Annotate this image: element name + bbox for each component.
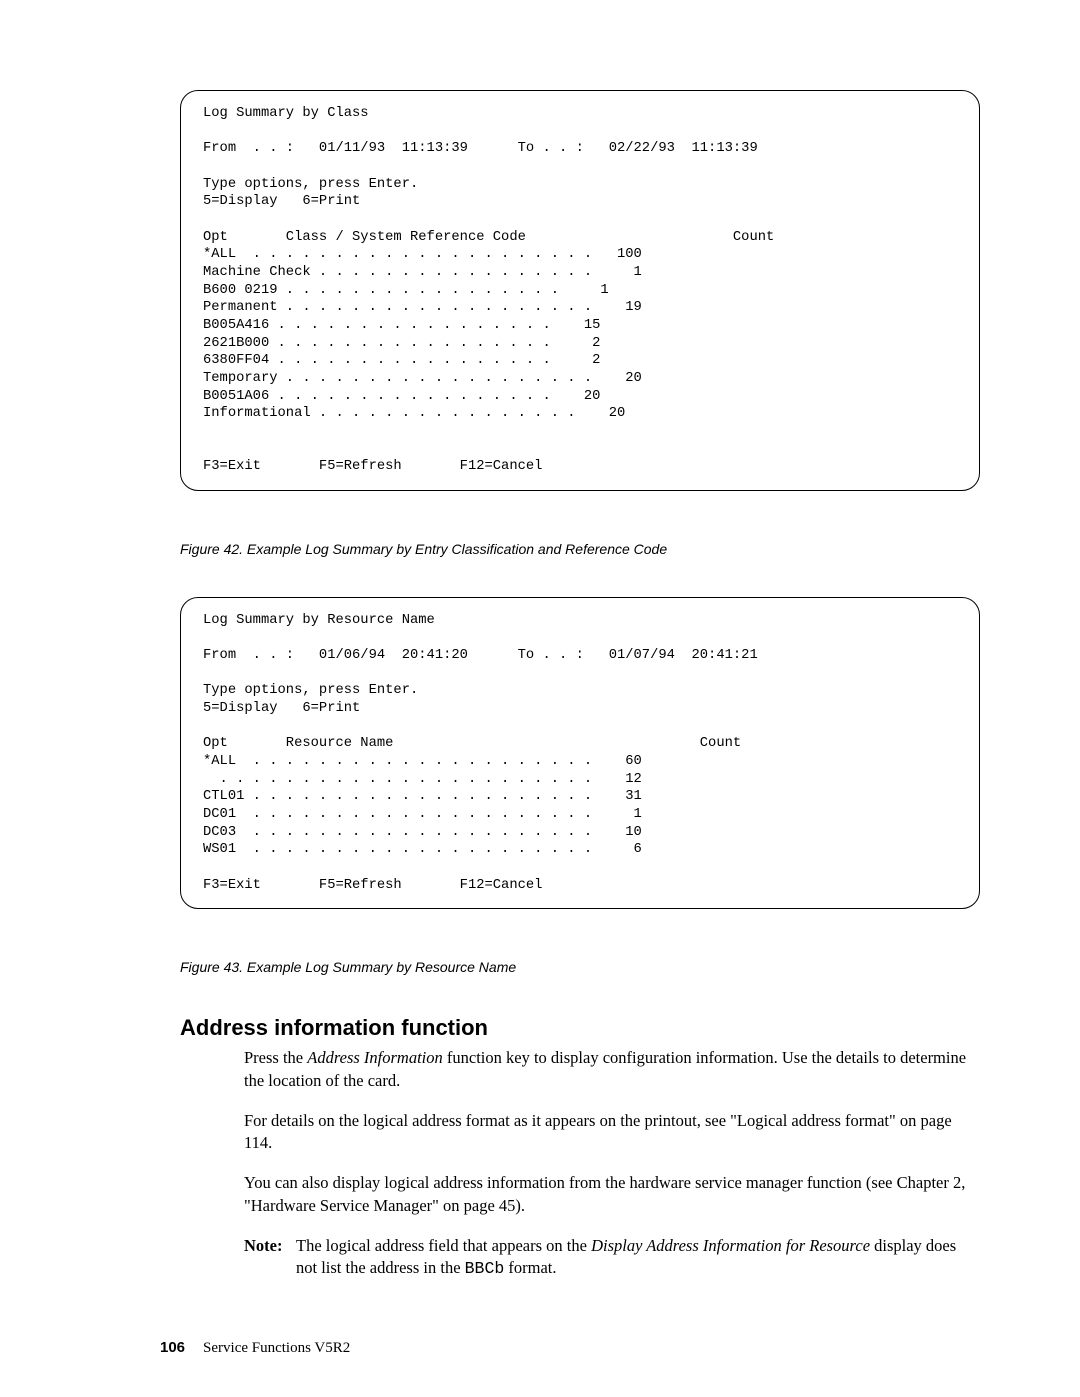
screen2-opts2: 5=Display 6=Print [203, 701, 360, 716]
screen1-row: Temporary . . . . . . . . . . . . . . . … [203, 371, 642, 386]
screen1-row: *ALL . . . . . . . . . . . . . . . . . .… [203, 247, 642, 262]
note-mono: BBCb [465, 1259, 505, 1278]
screen1-header: Opt Class / System Reference Code Count [203, 230, 774, 245]
screen1-row: Informational . . . . . . . . . . . . . … [203, 406, 625, 421]
screen1-row: Permanent . . . . . . . . . . . . . . . … [203, 300, 642, 315]
screen2-row: . . . . . . . . . . . . . . . . . . . . … [203, 772, 642, 787]
note-text-a: The logical address field that appears o… [296, 1236, 591, 1255]
section-heading: Address information function [180, 1015, 980, 1041]
paragraph-1: Press the Address Information function k… [244, 1047, 980, 1092]
screen1-fkeys: F3=Exit F5=Refresh F12=Cancel [203, 459, 542, 474]
screen1-row: B005A416 . . . . . . . . . . . . . . . .… [203, 318, 600, 333]
screen1-row: 6380FF04 . . . . . . . . . . . . . . . .… [203, 353, 600, 368]
page-number: 106 [160, 1339, 185, 1356]
screen2-row: DC01 . . . . . . . . . . . . . . . . . .… [203, 807, 642, 822]
page-footer: 106 Service Functions V5R2 [160, 1339, 350, 1357]
note-text-c: format. [504, 1258, 556, 1277]
screen2-title: Log Summary by Resource Name [203, 613, 435, 628]
paragraph-2: For details on the logical address forma… [244, 1110, 980, 1155]
screen1-row: 2621B000 . . . . . . . . . . . . . . . .… [203, 336, 600, 351]
footer-text: Service Functions V5R2 [203, 1340, 350, 1356]
screen1-range: From . . : 01/11/93 11:13:39 To . . : 02… [203, 141, 758, 156]
screen2-row: CTL01 . . . . . . . . . . . . . . . . . … [203, 789, 642, 804]
section-body: Press the Address Information function k… [244, 1047, 980, 1280]
screen1-row: B600 0219 . . . . . . . . . . . . . . . … [203, 283, 609, 298]
screen2-opts1: Type options, press Enter. [203, 683, 418, 698]
screen2-fkeys: F3=Exit F5=Refresh F12=Cancel [203, 878, 542, 893]
terminal-screen-1: Log Summary by Class From . . : 01/11/93… [180, 90, 980, 491]
page: Log Summary by Class From . . : 01/11/93… [0, 0, 1080, 1397]
screen1-opts2: 5=Display 6=Print [203, 194, 360, 209]
screen1-content: Log Summary by Class From . . : 01/11/93… [203, 105, 957, 476]
screen1-title: Log Summary by Class [203, 106, 369, 121]
paragraph-3: You can also display logical address inf… [244, 1172, 980, 1217]
figure-43-caption: Figure 43. Example Log Summary by Resour… [180, 959, 980, 975]
screen1-opts1: Type options, press Enter. [203, 177, 418, 192]
screen1-row: Machine Check . . . . . . . . . . . . . … [203, 265, 642, 280]
p1-italic: Address Information [307, 1048, 443, 1067]
screen2-range: From . . : 01/06/94 20:41:20 To . . : 01… [203, 648, 758, 663]
note-body: The logical address field that appears o… [296, 1235, 980, 1281]
screen2-row: WS01 . . . . . . . . . . . . . . . . . .… [203, 842, 642, 857]
p1-text-a: Press the [244, 1048, 307, 1067]
note-italic: Display Address Information for Resource [591, 1236, 870, 1255]
screen1-row: B0051A06 . . . . . . . . . . . . . . . .… [203, 389, 600, 404]
screen2-row: DC03 . . . . . . . . . . . . . . . . . .… [203, 825, 642, 840]
terminal-screen-2: Log Summary by Resource Name From . . : … [180, 597, 980, 910]
note-block: Note: The logical address field that app… [244, 1235, 980, 1281]
note-label: Note: [244, 1235, 296, 1281]
figure-42-caption: Figure 42. Example Log Summary by Entry … [180, 541, 980, 557]
screen2-header: Opt Resource Name Count [203, 736, 741, 751]
screen2-row: *ALL . . . . . . . . . . . . . . . . . .… [203, 754, 642, 769]
screen2-content: Log Summary by Resource Name From . . : … [203, 612, 957, 895]
